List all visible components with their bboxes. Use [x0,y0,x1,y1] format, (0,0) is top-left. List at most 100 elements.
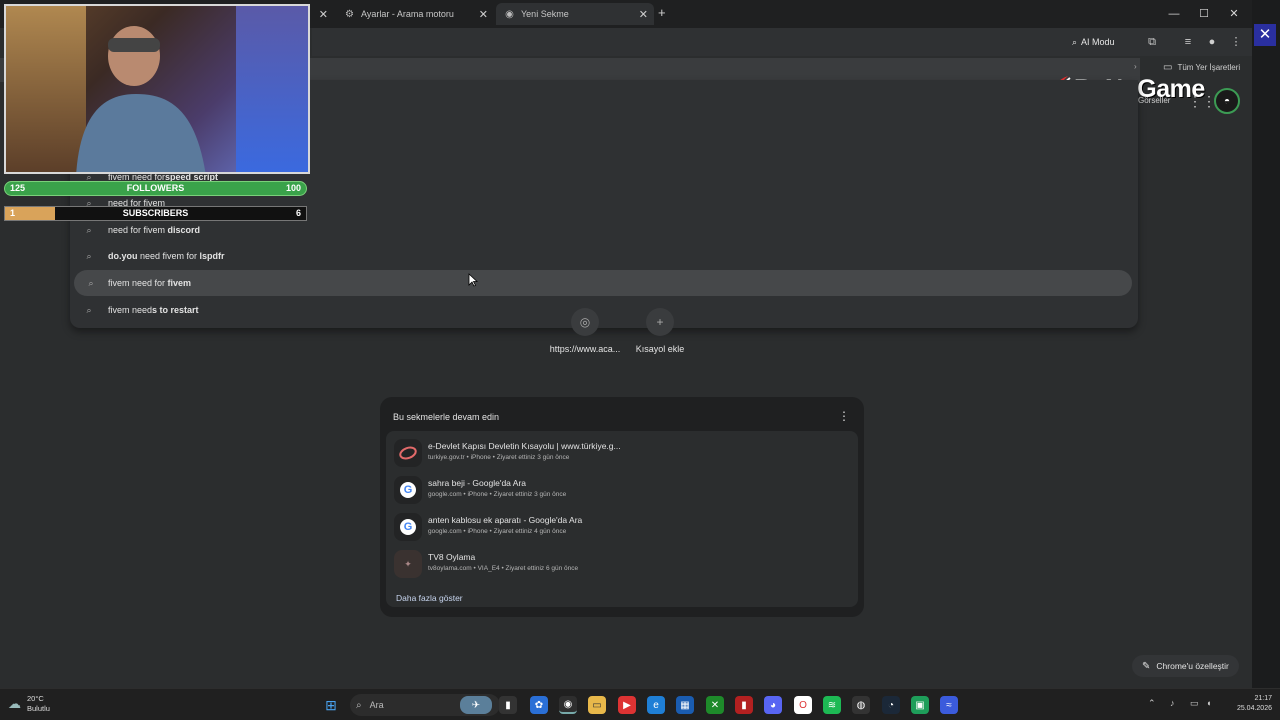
shortcut-label: https://www.aca... [549,344,621,354]
google-apps-icon[interactable]: ⋮⋮ [1188,94,1216,108]
edge-icon[interactable]: e [647,696,665,714]
pencil-icon: ✎ [1142,660,1151,672]
volume-icon[interactable]: ◖ [1206,698,1211,708]
item-subtitle: google.com • iPhone • Ziyaret ettiniz 3 … [428,491,567,498]
side-panel [1252,0,1280,720]
chrome-icon: ◉ [505,8,514,20]
suggestion-text: need fivem for [137,251,200,261]
extensions-icon[interactable]: ⧉ [1144,34,1160,50]
clock-date: 25.04.2026 [1236,705,1272,712]
minimize-icon[interactable]: — [1165,5,1183,23]
window-close-icon[interactable]: ✕ [1225,5,1243,23]
item-subtitle: turkiye.gov.tr • iPhone • Ziyaret ettini… [428,454,570,461]
list-item[interactable]: ✦ TV8 Oylama tv8oylama.com • VIA_E4 • Zi… [390,546,856,582]
followers-goal: 100 [285,183,301,193]
maximize-icon[interactable]: ☐ [1195,5,1213,23]
folder-icon: ▭ [1163,61,1173,73]
subscribers-label: SUBSCRIBERS [122,208,189,218]
plus-icon: + [646,308,674,336]
item-title: anten kablosu ek aparatı - Google'da Ara [428,515,583,525]
taskbar-clock[interactable]: 21:17 25.04.2026 [1226,694,1272,714]
add-shortcut-tile[interactable]: + Kısayol ekle [620,308,700,354]
images-link[interactable]: Görseller [1138,96,1170,105]
display-icon[interactable]: ▭ [1190,698,1199,709]
new-tab-plus-icon[interactable]: + [658,5,666,20]
search-highlight-icon[interactable]: ✈ [460,696,492,714]
item-title: e-Devlet Kapısı Devletin Kısayolu | www.… [428,441,621,451]
tab-settings[interactable]: ⚙ Ayarlar - Arama motoru ✕ [336,3,494,25]
microphone-icon[interactable]: ♪ [1170,698,1175,708]
overlay-close-icon[interactable]: ✕ [1254,24,1276,46]
red-app-icon[interactable]: ▮ [735,696,753,714]
shortcut-tile[interactable]: ◎ https://www.aca... [545,308,625,354]
menu-kebab-icon[interactable]: ⋮ [1228,34,1244,50]
shortcut-label: Kısayol ekle [635,344,685,354]
list-item[interactable]: G sahra beji - Google'da Ara google.com … [390,472,856,508]
search-icon: ⌕ [88,277,94,288]
windows-start-icon[interactable]: ⊞ [322,696,340,714]
task-view-icon[interactable]: ▮ [499,696,517,714]
suggestion-bold: discord [167,225,201,235]
suggestion-item[interactable]: ⌕ do.you need fivem for lspdfr [70,243,1138,269]
suggestion-bold: fivem [167,278,192,288]
search-icon: ⌕ [356,699,362,711]
list-item[interactable]: G anten kablosu ek aparatı - Google'da A… [390,509,856,545]
mouse-cursor-icon [468,273,478,287]
tab-previous-close[interactable]: ✕ [312,3,334,25]
close-icon[interactable]: ✕ [319,8,328,21]
opera-icon[interactable]: O [794,696,812,714]
chrome-taskbar-icon[interactable]: ◉ [559,696,577,714]
tv8-icon: ✦ [394,550,422,578]
blue-app-icon[interactable]: ≈ [940,696,958,714]
search-icon: ⌕ [86,224,92,235]
ai-mode-button[interactable]: ⌕ AI Modu [1072,34,1115,50]
suggestion-bold: s to restart [152,305,199,315]
all-bookmarks-label: Tüm Yer İşaretleri [1177,62,1241,72]
sparkle-search-icon: ⌕ [1072,36,1078,47]
continue-tabs-card: Bu sekmelerle devam edin ⋮ e-Devlet Kapı… [380,397,864,617]
copilot-icon[interactable]: ✿ [530,696,548,714]
weather-temp: 20°C [27,694,44,703]
card-list: e-Devlet Kapısı Devletin Kısayolu | www.… [386,431,858,607]
chevron-right-icon[interactable]: › [1134,62,1137,71]
edevlet-icon [394,439,422,467]
weather-widget[interactable]: ☁ 20°C Bulutlu [8,694,50,714]
suggestion-bold: do.you [108,251,138,261]
spotify-icon[interactable]: ≋ [823,696,841,714]
customize-chrome-button[interactable]: ✎ Chrome'u özelleştir [1132,655,1239,677]
suggestion-item-selected[interactable]: ⌕ fivem need for fivem [74,270,1132,296]
card-menu-icon[interactable]: ⋮ [838,409,850,423]
weather-desc: Bulutlu [27,704,50,713]
purple-light-background [236,6,308,172]
list-item[interactable]: e-Devlet Kapısı Devletin Kısayolu | www.… [390,435,856,471]
green-app-icon[interactable]: ▣ [911,696,929,714]
tab-label: Ayarlar - Arama motoru [361,9,454,19]
tab-search-icon[interactable]: ≡ [1180,34,1196,50]
media-player-icon[interactable]: ▶ [618,696,636,714]
item-title: TV8 Oylama [428,552,476,562]
gear-icon: ⚙ [345,8,354,20]
cloud-icon: ☁ [8,696,21,711]
suggestion-text: fivem need for [108,278,168,288]
followers-label: FOLLOWERS [126,183,185,193]
file-explorer-icon[interactable]: ▭ [588,696,606,714]
google-icon: G [394,476,422,504]
close-icon[interactable]: ✕ [639,8,648,21]
chevron-up-icon[interactable]: ⌃ [1148,698,1156,709]
clock-time: 21:17 [1254,695,1272,702]
xbox-icon[interactable]: ✕ [706,696,724,714]
obs-icon[interactable]: ◍ [852,696,870,714]
tab-new-tab[interactable]: ◉ Yeni Sekme ✕ [496,3,654,25]
close-icon[interactable]: ✕ [479,8,488,21]
suggestion-text: fivem need [108,305,153,315]
show-more-link[interactable]: Daha fazla göster [396,593,463,603]
ai-mode-label: AI Modu [1081,37,1115,47]
customize-label: Chrome'u özelleştir [1156,661,1229,671]
avatar[interactable]: ◓ [1214,88,1240,114]
store-icon[interactable]: ▦ [676,696,694,714]
item-title: sahra beji - Google'da Ara [428,478,527,488]
profile-icon[interactable]: ● [1204,34,1220,50]
google-icon: G [394,513,422,541]
steam-icon[interactable]: ◔ [882,696,900,714]
discord-icon[interactable]: ◕ [764,696,782,714]
